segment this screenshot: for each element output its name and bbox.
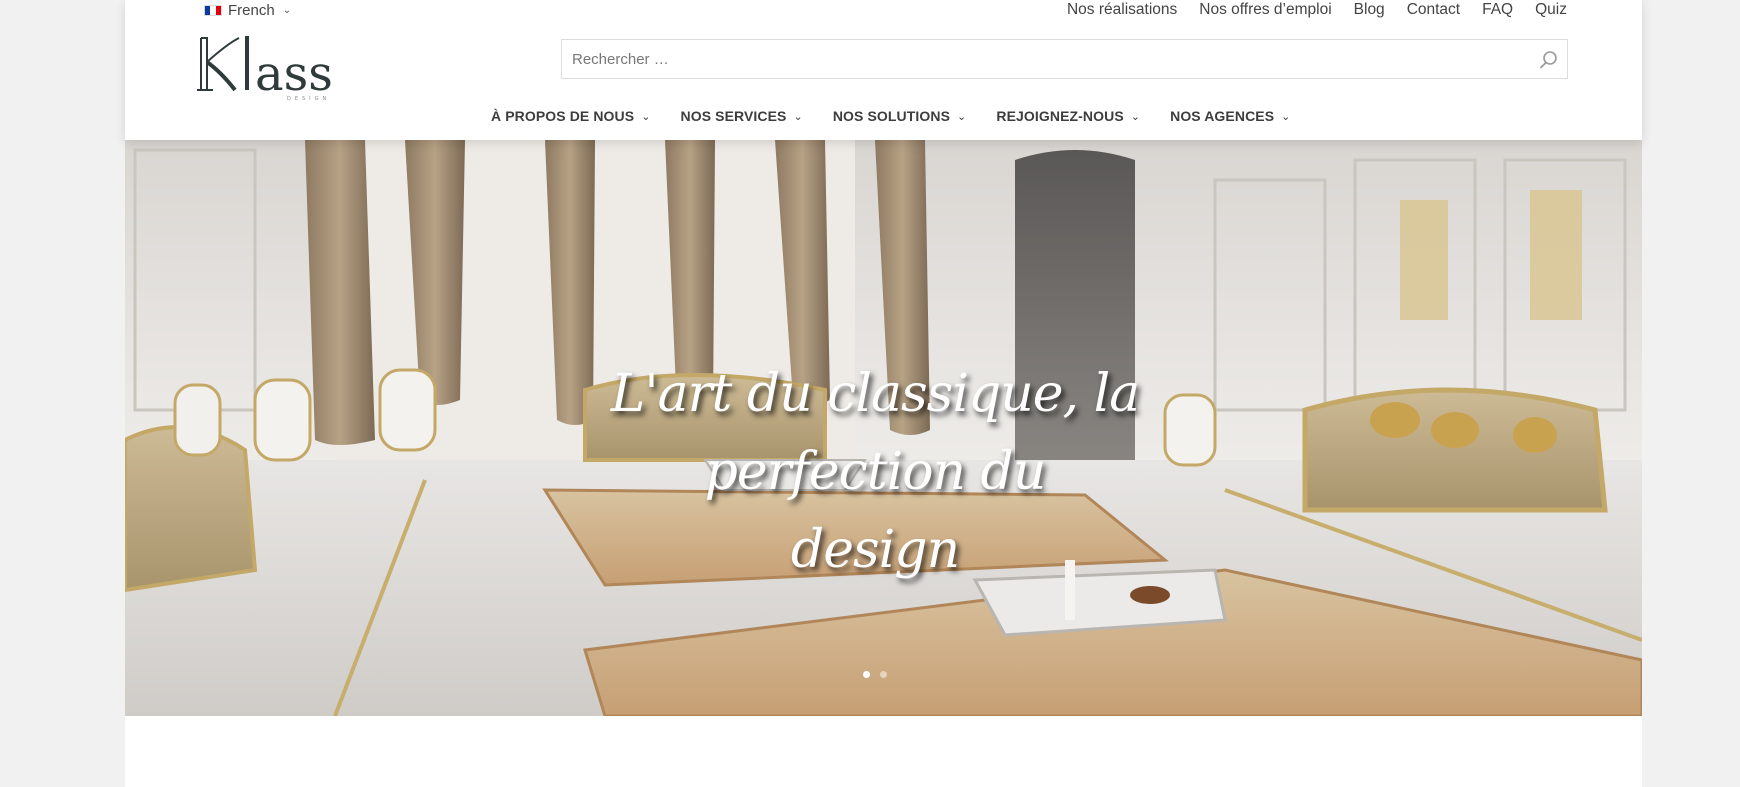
site-logo[interactable]: ass DESIGN [197, 32, 367, 102]
hero-heading-line-1: L'art du classique, la perfection du [610, 364, 1140, 502]
hero-heading: L'art du classique, la perfection du des… [525, 355, 1225, 589]
mainnav-item-a-propos[interactable]: À PROPOS DE NOUS ⌄ [491, 108, 651, 124]
mainnav-label: REJOIGNEZ-NOUS [996, 108, 1124, 124]
search-icon[interactable] [1537, 49, 1559, 71]
topnav-link-offres-emploi[interactable]: Nos offres d’emploi [1199, 0, 1331, 20]
topnav-link-blog[interactable]: Blog [1354, 0, 1385, 20]
topnav-link-quiz[interactable]: Quiz [1535, 0, 1567, 20]
logo-tagline: DESIGN [287, 96, 330, 102]
chevron-down-icon: ⌄ [793, 110, 803, 123]
slider-dot-2[interactable] [880, 671, 887, 678]
svg-text:ass: ass [255, 46, 333, 102]
language-switcher[interactable]: French ⌄ [204, 2, 291, 19]
mainnav-label: NOS SOLUTIONS [832, 108, 951, 124]
slider-dot-1[interactable] [863, 671, 870, 678]
hero-heading-line-2: design [790, 520, 960, 580]
topnav-link-faq[interactable]: FAQ [1482, 0, 1513, 20]
hero-slider: L'art du classique, la perfection du des… [125, 140, 1642, 716]
chevron-down-icon: ⌄ [957, 110, 967, 123]
mainnav-label: NOS SERVICES [680, 108, 787, 124]
flag-band-red [215, 6, 221, 15]
chevron-down-icon: ⌄ [1130, 110, 1141, 123]
mainnav-item-services[interactable]: NOS SERVICES ⌄ [681, 108, 803, 124]
site-header: French ⌄ Nos réalisations Nos offres d’e… [125, 0, 1642, 140]
chevron-down-icon: ⌄ [282, 5, 292, 16]
french-flag-icon [204, 5, 222, 16]
page: French ⌄ Nos réalisations Nos offres d’e… [125, 0, 1642, 787]
mainnav-label: À PROPOS DE NOUS [491, 108, 635, 124]
search-input[interactable] [562, 40, 1522, 78]
topnav-link-contact[interactable]: Contact [1407, 0, 1460, 20]
main-nav: À PROPOS DE NOUS ⌄ NOS SERVICES ⌄ NOS SO… [491, 108, 1290, 124]
mainnav-item-rejoignez-nous[interactable]: REJOIGNEZ-NOUS ⌄ [996, 108, 1140, 124]
language-label: French [228, 2, 275, 19]
mainnav-item-solutions[interactable]: NOS SOLUTIONS ⌄ [833, 108, 967, 124]
slider-pagination [863, 671, 887, 678]
mainnav-item-agences[interactable]: NOS AGENCES ⌄ [1170, 108, 1290, 124]
mainnav-label: NOS AGENCES [1170, 108, 1275, 124]
topnav-link-realisations[interactable]: Nos réalisations [1067, 0, 1177, 20]
chevron-down-icon: ⌄ [641, 110, 651, 123]
top-nav: Nos réalisations Nos offres d’emploi Blo… [1067, 0, 1567, 20]
chevron-down-icon: ⌄ [1281, 110, 1291, 123]
klass-logo-icon: ass DESIGN [197, 36, 333, 102]
search-box [561, 39, 1568, 79]
